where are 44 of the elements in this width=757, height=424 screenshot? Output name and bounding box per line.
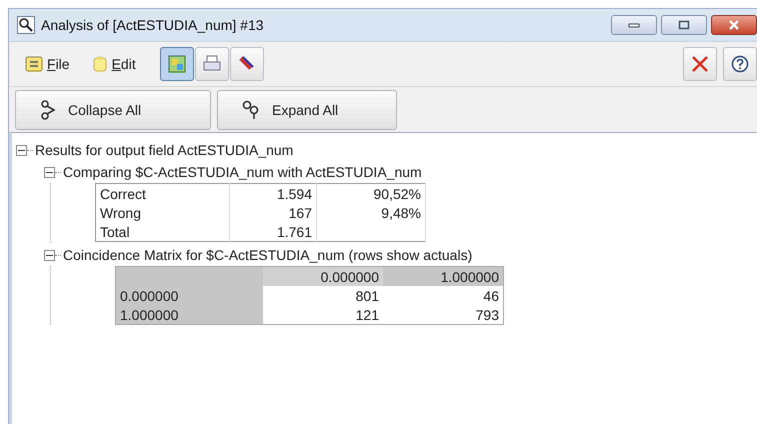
collapse-icon — [40, 100, 56, 120]
close-icon — [728, 20, 740, 30]
row-header: 1.000000 — [120, 306, 178, 322]
clipboard-icon — [92, 56, 108, 72]
menu-item[interactable]: Edit — [84, 52, 144, 76]
collapse-toggle[interactable] — [44, 166, 55, 178]
table-cell: 121 — [356, 306, 379, 322]
expand-all-button[interactable]: Expand All — [217, 90, 397, 130]
print-tool-button[interactable] — [194, 47, 229, 81]
table-cell: 1.761 — [276, 224, 312, 240]
maximize-button[interactable] — [661, 15, 707, 35]
table-cell: 46 — [483, 288, 499, 304]
table-cell: 1.594 — [276, 186, 312, 202]
image-icon — [166, 54, 187, 74]
collapse-toggle[interactable] — [16, 144, 27, 156]
close-icon[interactable] — [683, 47, 717, 81]
minimize-button[interactable] — [611, 15, 657, 35]
tree-node-label: Results for output field ActESTUDIA_num — [35, 142, 294, 158]
maximize-icon — [678, 20, 690, 30]
table-cell: 801 — [356, 288, 379, 304]
table-cell: Wrong — [100, 204, 141, 220]
collapse-toggle[interactable] — [44, 250, 55, 260]
table-cell: 90,52% — [374, 186, 421, 202]
table-cell: 167 — [288, 204, 312, 220]
column-header: 0.000000 — [320, 268, 379, 284]
table-cell: Correct — [100, 186, 146, 202]
minimize-icon — [628, 22, 640, 28]
help-icon[interactable] — [723, 47, 757, 81]
chart-tool-button[interactable] — [160, 47, 194, 81]
tree-node-label: Coincidence Matrix for $C-ActESTUDIA_num (rows show actuals) — [63, 247, 472, 263]
collapse-all-button[interactable]: Collapse All — [15, 90, 211, 130]
table-cell: Total — [100, 224, 130, 240]
tree-node-label: Comparing $C-ActESTUDIA_num with ActESTUDIA_num — [63, 164, 422, 180]
column-header: 1.000000 — [440, 268, 499, 284]
window-title: Analysis of [ActESTUDIA_num] #13 — [41, 17, 264, 33]
export-tool-button[interactable] — [230, 47, 264, 81]
menu-item[interactable]: File — [17, 52, 78, 76]
row-header: 0.000000 — [120, 288, 178, 304]
table-cell: 9,48% — [381, 204, 421, 220]
close-button[interactable] — [711, 15, 757, 35]
table-cell: 793 — [476, 306, 499, 322]
search-icon — [17, 16, 35, 34]
expand-icon — [242, 100, 260, 120]
file-icon — [25, 56, 43, 72]
